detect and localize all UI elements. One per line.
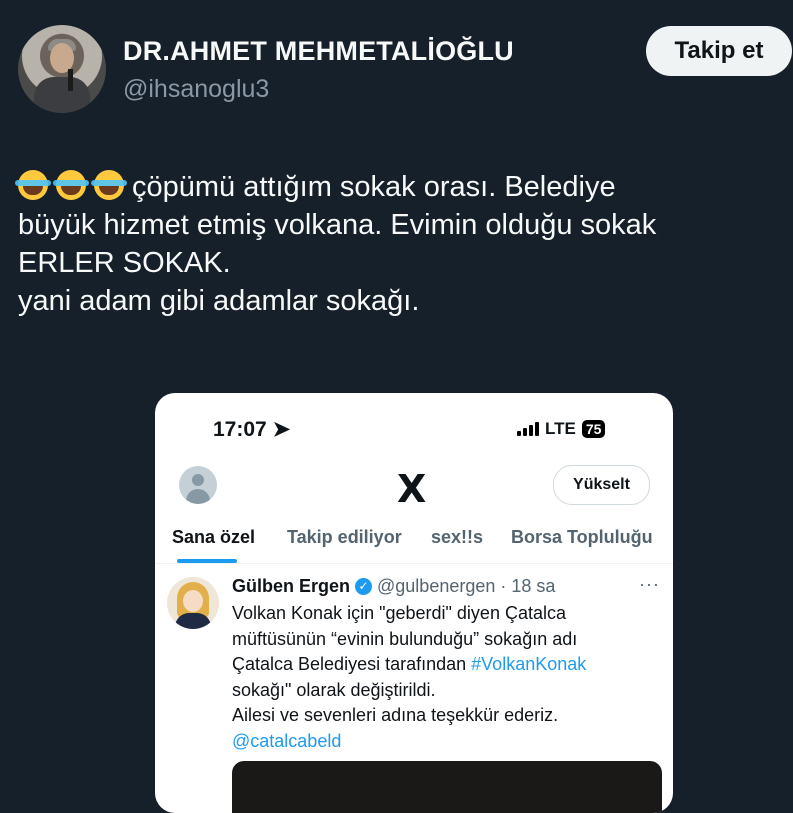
author-name[interactable]: DR.AHMET MEHMETALİOĞLU: [123, 36, 514, 67]
tweet-line-4: yani adam gibi adamlar sokağı.: [18, 285, 420, 317]
laughing-tears-emoji-icon: [53, 170, 89, 200]
embedded-media-image[interactable]: [232, 761, 662, 813]
tab-for-you[interactable]: Sana özel: [172, 527, 255, 548]
embedded-line-1: Volkan Konak için "geberdi" diyen Çatalc…: [232, 603, 566, 623]
embedded-screenshot[interactable]: 17:07 ➤ LTE 75 X Yükselt Sana özel Takip…: [155, 393, 673, 813]
status-indicators: LTE 75: [517, 419, 606, 439]
status-time: 17:07 ➤: [213, 418, 291, 441]
tab-list[interactable]: sex!!s: [431, 527, 483, 548]
laughing-tears-emoji-icon: [91, 170, 127, 200]
profile-avatar-icon[interactable]: [179, 466, 217, 504]
author-handle[interactable]: @ihsanoglu3: [123, 75, 269, 104]
mention-link[interactable]: @catalcabeld: [232, 729, 662, 755]
embedded-tweet-header: Gülben Ergen ✓ @gulbenergen · 18 sa: [232, 576, 555, 597]
embedded-line-5: Ailesi ve sevenleri adına teşekkür ederi…: [232, 705, 559, 725]
more-options-icon[interactable]: ···: [639, 574, 660, 595]
embedded-line-3: Çatalca Belediyesi tarafından: [232, 654, 472, 674]
upgrade-button[interactable]: Yükselt: [553, 465, 650, 505]
follow-button[interactable]: Takip et: [646, 26, 792, 76]
signal-bars-icon: [517, 422, 539, 436]
embedded-line-2: müftüsünün “evinin bulunduğu” sokağın ad…: [232, 628, 578, 649]
author-avatar[interactable]: [18, 25, 106, 113]
tweet-line-2: büyük hizmet etmiş volkana. Evimin olduğ…: [18, 209, 657, 241]
tweet-text: çöpümü attığım sokak orası. Belediye büy…: [15, 168, 788, 320]
tab-following[interactable]: Takip ediliyor: [287, 527, 402, 548]
hashtag-link[interactable]: #VolkanKonak: [471, 654, 586, 674]
tab-community[interactable]: Borsa Topluluğu: [511, 527, 653, 548]
dot-separator: ·: [500, 576, 507, 596]
active-tab-indicator: [177, 559, 237, 563]
tweet-line-1: çöpümü attığım sokak orası. Belediye: [132, 171, 616, 203]
location-arrow-icon: ➤: [272, 418, 291, 441]
embedded-line-4: sokağı" olarak değiştirildi.: [232, 679, 436, 700]
embedded-author-avatar[interactable]: [167, 577, 219, 629]
laughing-tears-emoji-icon: [15, 170, 51, 200]
embedded-tweet-time: 18 sa: [511, 576, 556, 596]
embedded-author-name[interactable]: Gülben Ergen: [232, 576, 350, 597]
verified-badge-icon: ✓: [355, 578, 373, 595]
embedded-author-handle[interactable]: @gulbenergen: [377, 576, 495, 597]
x-logo: X: [397, 467, 427, 511]
tweet-line-3: ERLER SOKAK.: [18, 247, 231, 279]
timeline-tabs: Sana özel Takip ediliyor sex!!s Borsa To…: [155, 521, 673, 564]
embedded-tweet-text: Volkan Konak için "geberdi" diyen Çatalc…: [232, 601, 662, 754]
battery-icon: 75: [581, 420, 606, 438]
network-type: LTE: [545, 419, 576, 438]
